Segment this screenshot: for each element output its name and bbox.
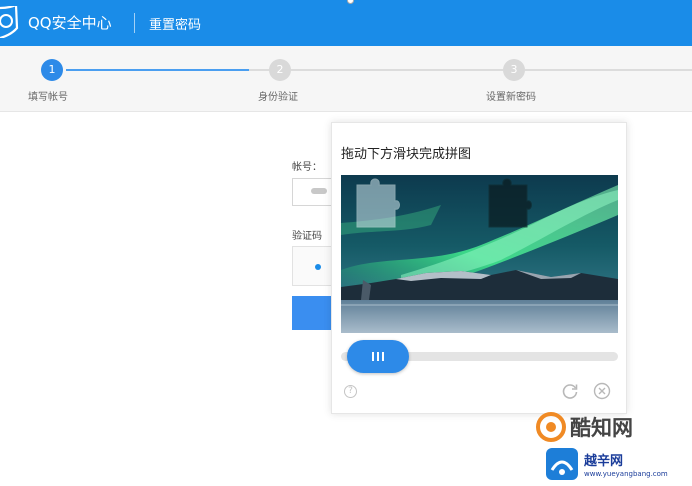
captcha-label: 验证码 — [292, 231, 322, 242]
captcha-box[interactable] — [292, 246, 332, 286]
grip-line — [372, 352, 374, 361]
step-1-indicator: 1 — [41, 59, 63, 81]
step-line-active — [66, 69, 249, 71]
step-1-label: 填写帐号 — [28, 92, 68, 103]
question-circle-icon[interactable]: ? — [344, 385, 357, 398]
page-title: 重置密码 — [149, 18, 202, 33]
watermark-logo: 越辛网 www.yueyangbang.com — [542, 444, 690, 484]
watermark-text: 越辛网 — [584, 454, 624, 469]
slider-handle[interactable] — [347, 340, 409, 373]
next-button[interactable] — [292, 296, 332, 330]
captcha-title: 拖动下方滑块完成拼图 — [341, 147, 472, 162]
app-title[interactable]: QQ安全中心 — [28, 12, 112, 33]
watermark-text: 酷知网 — [570, 416, 633, 440]
qq-shield-logo-icon — [0, 3, 22, 40]
header-bar: QQ安全中心 重置密码 — [0, 0, 692, 46]
step-2-indicator: 2 — [269, 59, 291, 81]
progress-steps: 1 2 3 填写帐号 身份验证 设置新密码 — [0, 46, 692, 112]
step-line-inactive — [291, 69, 503, 71]
refresh-icon[interactable] — [561, 382, 579, 400]
captcha-dot-icon — [315, 264, 321, 270]
account-value-blurred — [311, 188, 327, 194]
close-circle-icon[interactable] — [593, 382, 611, 400]
step-3-label: 设置新密码 — [486, 92, 536, 103]
step-2-label: 身份验证 — [258, 92, 298, 103]
grip-line — [382, 352, 384, 361]
slider-captcha-dialog: 拖动下方滑块完成拼图 ? — [331, 122, 627, 414]
grip-line — [377, 352, 379, 361]
account-label: 帐号： — [292, 162, 322, 173]
account-input[interactable] — [292, 178, 332, 206]
watermark-logo-icon — [536, 412, 566, 442]
puzzle-target-slot — [488, 178, 532, 228]
step-3-indicator: 3 — [503, 59, 525, 81]
header-divider — [134, 13, 135, 33]
puzzle-image — [341, 175, 618, 333]
step-line-inactive — [525, 69, 692, 71]
step-line-inactive — [249, 69, 269, 71]
watermark-url: www.yueyangbang.com — [584, 470, 668, 478]
puzzle-piece — [356, 178, 400, 228]
watermark-logo-icon — [546, 448, 578, 480]
watermark-logo: 酷知网 — [534, 410, 654, 444]
